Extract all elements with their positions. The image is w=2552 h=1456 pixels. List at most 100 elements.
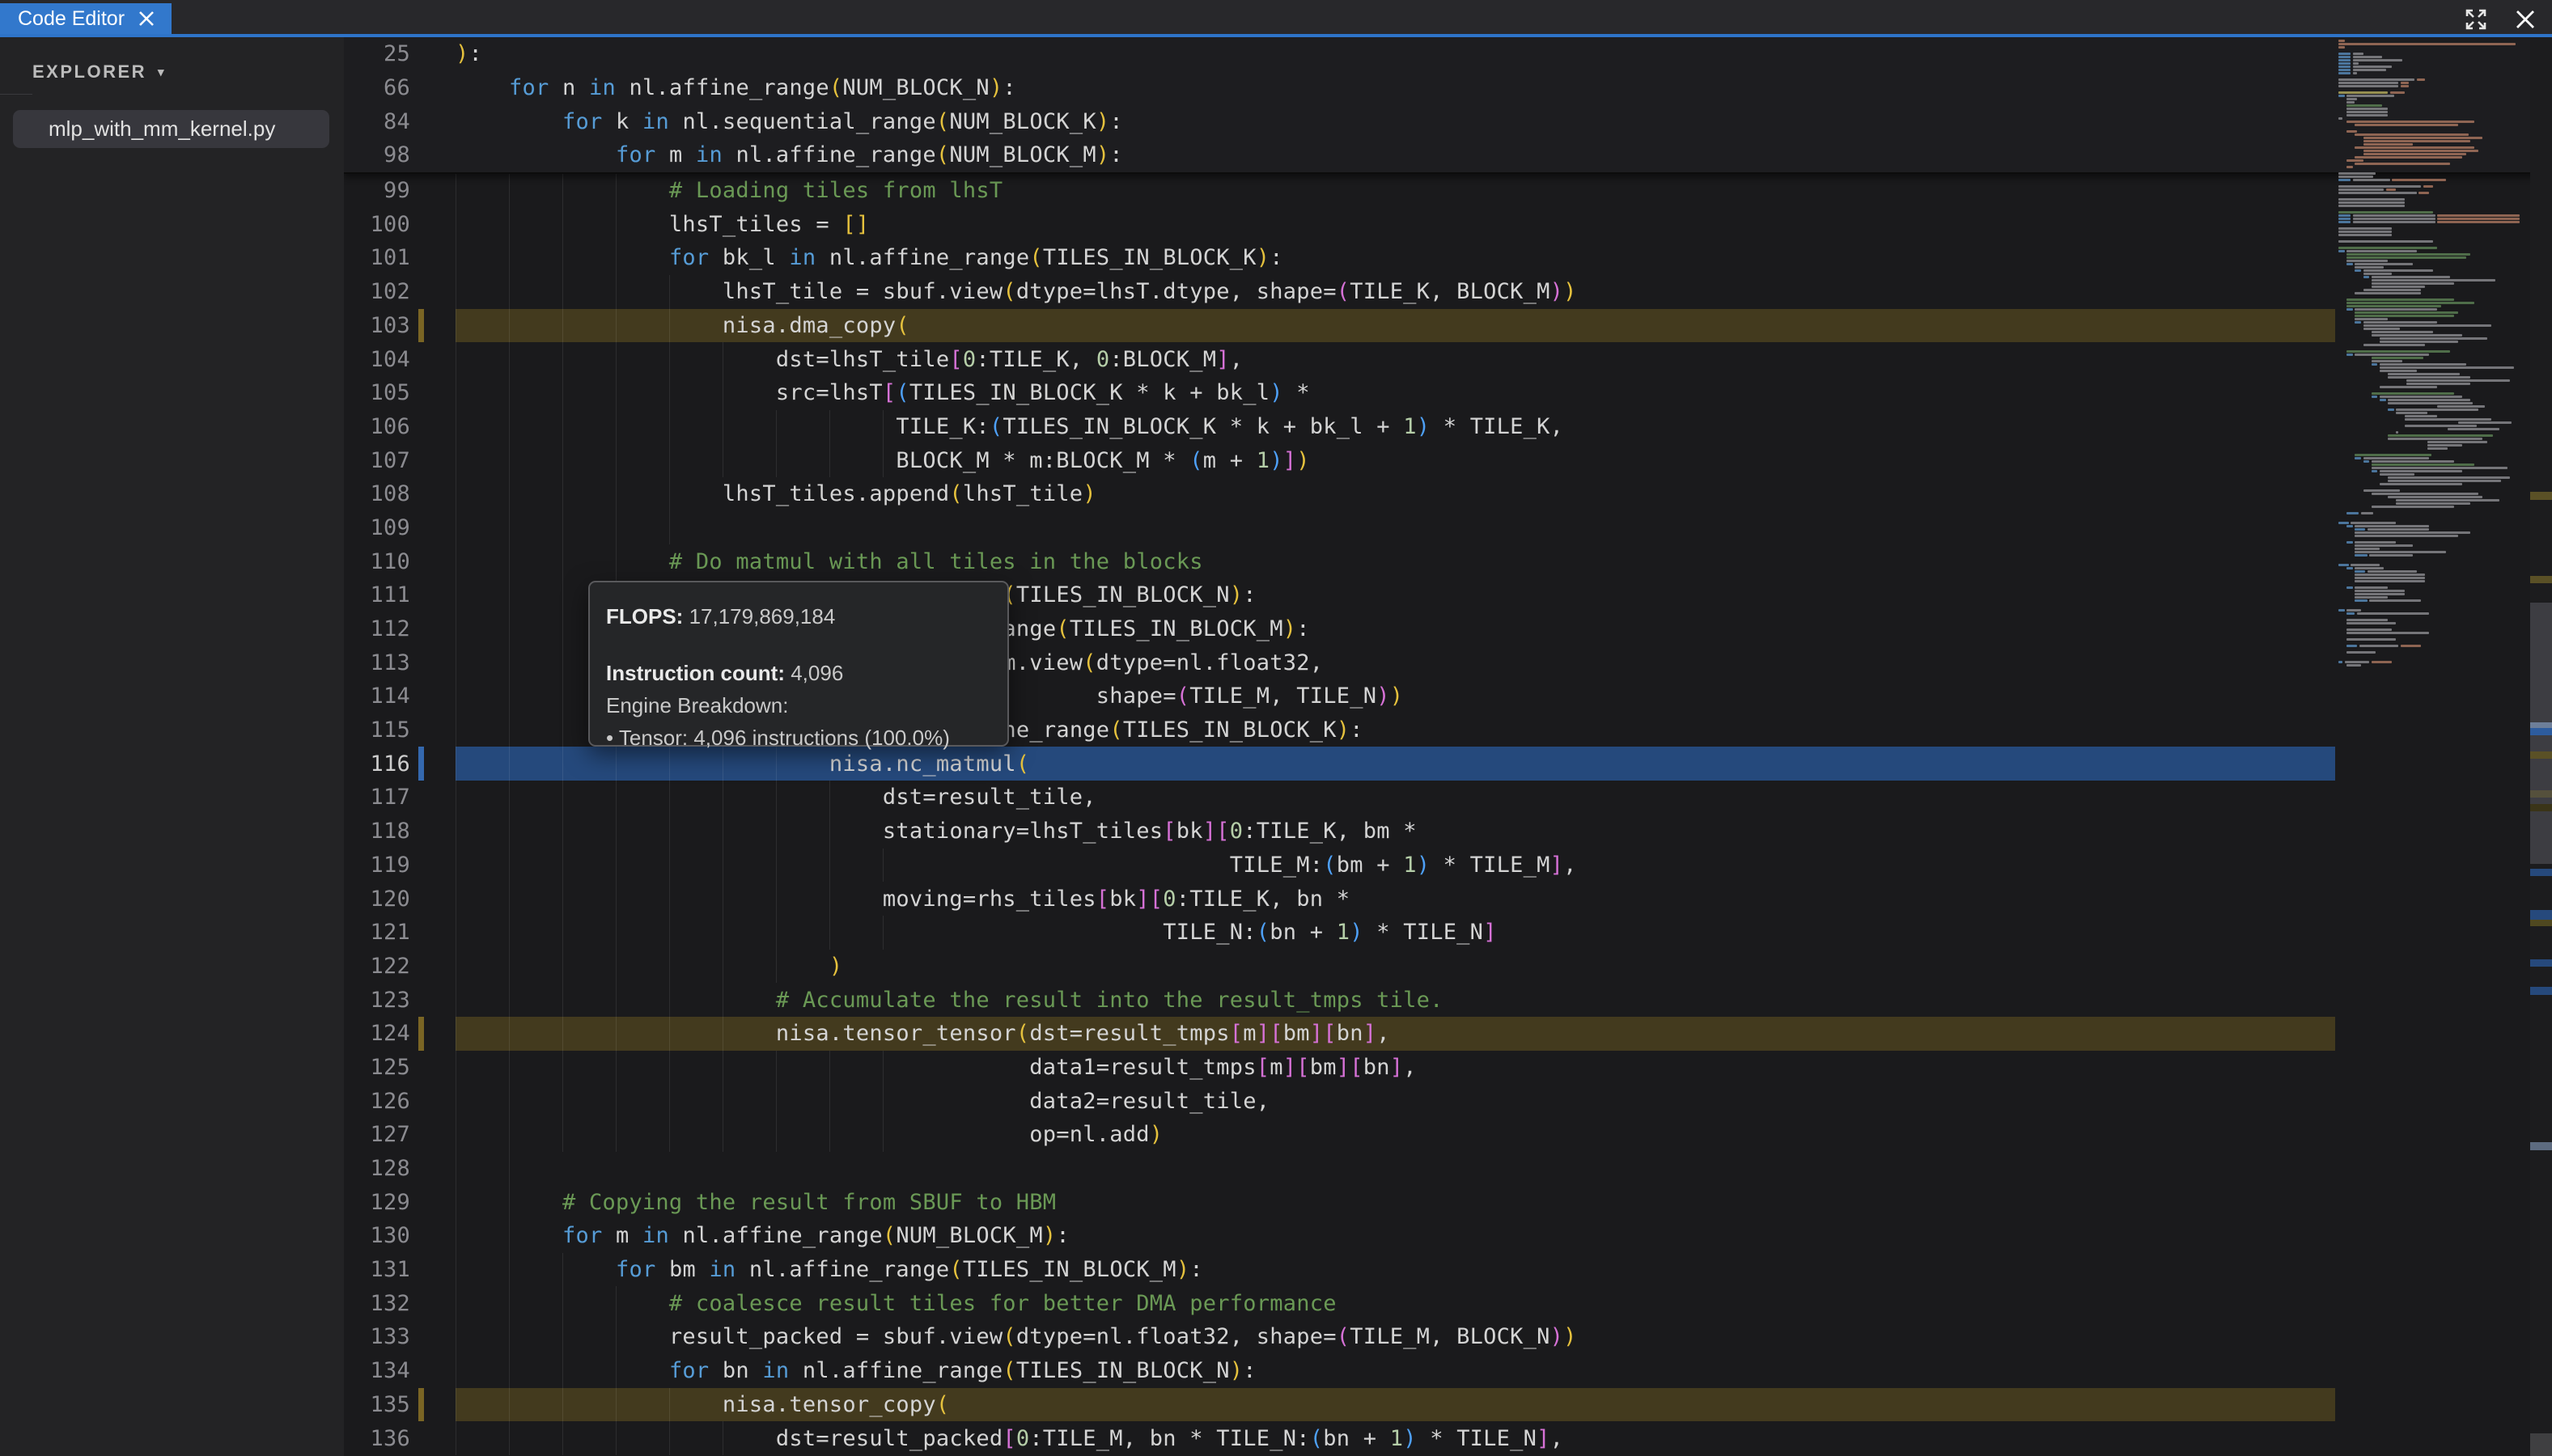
code-line[interactable]: 131 for bm in nl.affine_range(TILES_IN_B…: [344, 1253, 2552, 1287]
code-line[interactable]: 103 nisa.dma_copy(: [344, 309, 2552, 343]
line-number: 132: [344, 1291, 456, 1316]
line-number: 102: [344, 279, 456, 304]
ruler-mark: [2530, 722, 2552, 728]
code-line[interactable]: 102 lhsT_tile = sbuf.view(dtype=lhsT.dty…: [344, 275, 2552, 309]
line-number: 130: [344, 1223, 456, 1248]
code-text: # Copying the result from SBUF to HBM: [456, 1190, 1056, 1215]
code-line[interactable]: 135 nisa.tensor_copy(: [344, 1388, 2552, 1422]
close-icon[interactable]: [138, 10, 155, 28]
code-text: lhsT_tiles = []: [456, 212, 869, 237]
code-line[interactable]: 109: [344, 511, 2552, 545]
line-number: 128: [344, 1156, 456, 1181]
code-line[interactable]: 107 BLOCK_M * m:BLOCK_M * (m + 1)]): [344, 443, 2552, 477]
code-line[interactable]: 108 lhsT_tiles.append(lhsT_tile): [344, 477, 2552, 511]
divider: [0, 94, 32, 95]
explorer-title: EXPLORER: [32, 61, 146, 83]
sticky-line[interactable]: 98 for m in nl.affine_range(NUM_BLOCK_M)…: [344, 138, 2552, 172]
indent-guide: [509, 511, 510, 545]
tab-label: Code Editor: [18, 7, 125, 31]
code-text: lhsT_tile = sbuf.view(dtype=lhsT.dtype, …: [456, 279, 1577, 304]
code-text: dst=lhsT_tile[0:TILE_K, 0:BLOCK_M],: [456, 347, 1243, 372]
line-number: 123: [344, 988, 456, 1013]
code-line[interactable]: 120 moving=rhs_tiles[bk][0:TILE_K, bn *: [344, 882, 2552, 916]
sticky-line[interactable]: 66 for n in nl.affine_range(NUM_BLOCK_N)…: [344, 71, 2552, 105]
code-text: lhsT_tiles.append(lhsT_tile): [456, 481, 1096, 506]
line-number: 120: [344, 887, 456, 912]
code-line[interactable]: 132 # coalesce result tiles for better D…: [344, 1286, 2552, 1320]
code-line[interactable]: 123 # Accumulate the result into the res…: [344, 983, 2552, 1017]
line-number: 125: [344, 1055, 456, 1080]
code-line[interactable]: 130 for m in nl.affine_range(NUM_BLOCK_M…: [344, 1219, 2552, 1253]
code-text: for bm in nl.affine_range(TILES_IN_BLOCK…: [456, 1257, 1203, 1282]
chevron-down-icon: ▾: [158, 65, 166, 79]
ruler-mark: [2530, 987, 2552, 995]
code-text: TILE_M:(bm + 1) * TILE_M],: [456, 853, 1577, 878]
code-text: op=nl.add): [456, 1122, 1163, 1147]
code-editor-window: { "app": { "tab_label": "Code Editor", "…: [0, 0, 2552, 1456]
code-line[interactable]: 100 lhsT_tiles = []: [344, 207, 2552, 241]
line-number: 124: [344, 1021, 456, 1046]
line-number: 108: [344, 481, 456, 506]
code-line[interactable]: 126 data2=result_tile,: [344, 1084, 2552, 1118]
code-line[interactable]: 122 ): [344, 950, 2552, 984]
code-text: # Do matmul with all tiles in the blocks: [456, 549, 1203, 574]
code-line[interactable]: 104 dst=lhsT_tile[0:TILE_K, 0:BLOCK_M],: [344, 342, 2552, 376]
code-text: # coalesce result tiles for better DMA p…: [456, 1291, 1337, 1316]
code-line[interactable]: 136 dst=result_packed[0:TILE_M, bn * TIL…: [344, 1421, 2552, 1455]
code-text: for m in nl.affine_range(NUM_BLOCK_M):: [456, 142, 1123, 167]
line-number: 129: [344, 1190, 456, 1215]
fullscreen-icon[interactable]: [2461, 5, 2491, 34]
explorer-header[interactable]: EXPLORER ▾: [0, 37, 344, 83]
tab-code-editor[interactable]: Code Editor: [0, 3, 172, 34]
code-line[interactable]: 128: [344, 1152, 2552, 1186]
code-text: # Loading tiles from lhsT: [456, 178, 1003, 203]
sidebar-item-file[interactable]: mlp_with_mm_kernel.py: [13, 110, 329, 148]
code-line[interactable]: 125 data1=result_tmps[m][bm][bn],: [344, 1051, 2552, 1085]
code-line[interactable]: 124 nisa.tensor_tensor(dst=result_tmps[m…: [344, 1017, 2552, 1051]
code-text: BLOCK_M * m:BLOCK_M * (m + 1)]): [456, 448, 1310, 473]
code-text: dst=result_packed[0:TILE_M, bn * TILE_N:…: [456, 1426, 1563, 1451]
line-number: 122: [344, 954, 456, 979]
editor-pane: 25):66 for n in nl.affine_range(NUM_BLOC…: [344, 37, 2552, 1456]
tooltip-flops: FLOPS: 17,179,869,184: [606, 600, 1007, 633]
code-text: ):: [456, 41, 482, 66]
ruler-mark: [2530, 959, 2552, 967]
code-line[interactable]: 118 stationary=lhsT_tiles[bk][0:TILE_K, …: [344, 815, 2552, 849]
code-line[interactable]: 121 TILE_N:(bn + 1) * TILE_N]: [344, 916, 2552, 950]
sticky-line[interactable]: 84 for k in nl.sequential_range(NUM_BLOC…: [344, 104, 2552, 138]
code-text: nisa.tensor_copy(: [456, 1392, 949, 1417]
indent-guide: [509, 1152, 510, 1186]
line-number: 113: [344, 650, 456, 675]
line-number: 103: [344, 313, 456, 338]
line-number: 109: [344, 515, 456, 540]
code-line[interactable]: 119 TILE_M:(bm + 1) * TILE_M],: [344, 849, 2552, 882]
line-number: 133: [344, 1324, 456, 1349]
ruler-mark: [2530, 492, 2552, 500]
ruler-mark: [2530, 576, 2552, 583]
line-number: 99: [344, 178, 456, 203]
code-line[interactable]: 99 # Loading tiles from lhsT: [344, 174, 2552, 208]
code-line[interactable]: 101 for bk_l in nl.affine_range(TILES_IN…: [344, 241, 2552, 275]
code-line[interactable]: 127 op=nl.add): [344, 1118, 2552, 1152]
code-line[interactable]: 134 for bn in nl.affine_range(TILES_IN_B…: [344, 1354, 2552, 1388]
line-number: 114: [344, 684, 456, 709]
code-line[interactable]: 133 result_packed = sbuf.view(dtype=nl.f…: [344, 1320, 2552, 1354]
minimap[interactable]: [2338, 37, 2530, 1456]
code-line[interactable]: 105 src=lhsT[(TILES_IN_BLOCK_K * k + bk_…: [344, 376, 2552, 410]
code-text: dst=result_tile,: [456, 785, 1096, 810]
close-icon[interactable]: [2512, 6, 2539, 33]
code-text: for m in nl.affine_range(NUM_BLOCK_M):: [456, 1223, 1070, 1248]
code-text: src=lhsT[(TILES_IN_BLOCK_K * k + bk_l) *: [456, 380, 1310, 405]
code-text: for k in nl.sequential_range(NUM_BLOCK_K…: [456, 109, 1123, 134]
ruler-mark: [2530, 869, 2552, 876]
code-line[interactable]: 129 # Copying the result from SBUF to HB…: [344, 1185, 2552, 1219]
ruler-mark: [2530, 920, 2552, 926]
tooltip-instruction-count: Instruction count: 4,096: [606, 657, 1007, 689]
sticky-line[interactable]: 25):: [344, 37, 2552, 71]
code-line[interactable]: 106 TILE_K:(TILES_IN_BLOCK_K * k + bk_l …: [344, 410, 2552, 444]
code-line[interactable]: 117 dst=result_tile,: [344, 781, 2552, 815]
line-number: 107: [344, 448, 456, 473]
overview-ruler-scrollbar[interactable]: [2530, 37, 2552, 1456]
code-line[interactable]: 110 # Do matmul with all tiles in the bl…: [344, 544, 2552, 578]
line-number: 84: [344, 109, 456, 134]
